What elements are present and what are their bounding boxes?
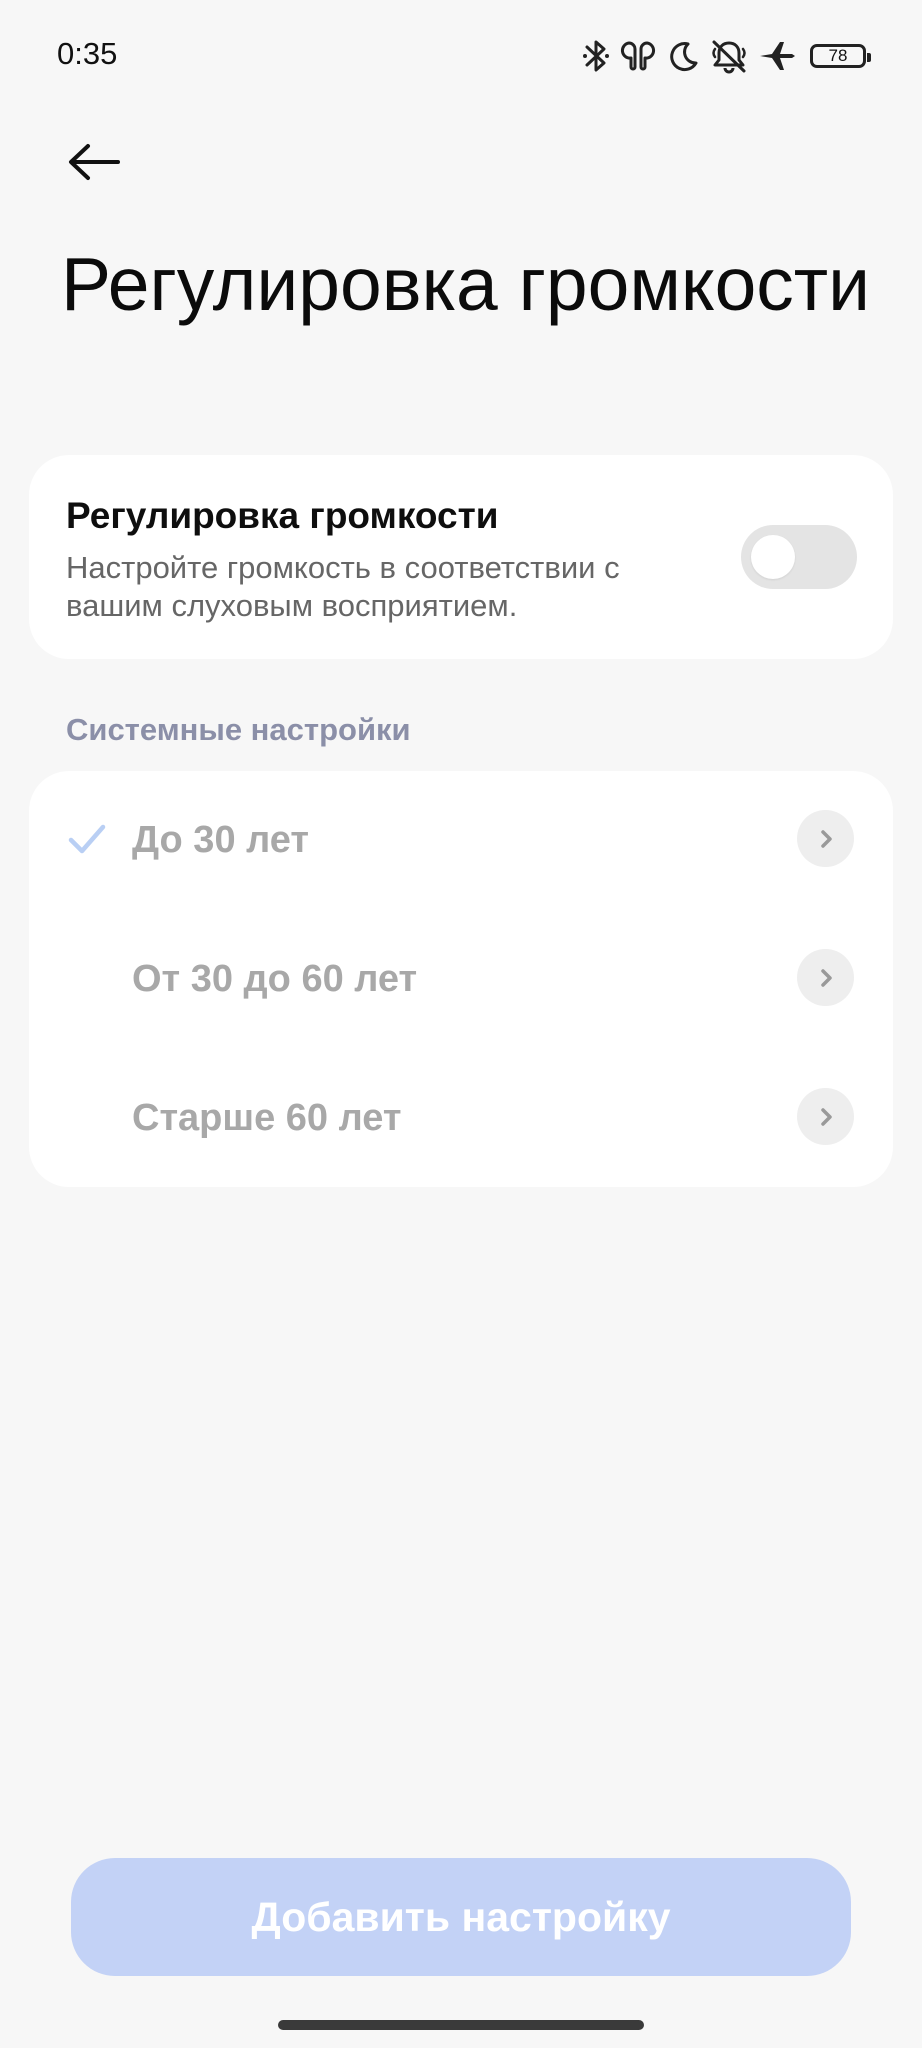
add-setting-button[interactable]: Добавить настройку xyxy=(71,1858,851,1976)
chevron-right-icon[interactable] xyxy=(797,1088,854,1145)
bluetooth-icon xyxy=(582,38,610,74)
volume-adjust-title: Регулировка громкости xyxy=(66,495,499,536)
earbuds-icon xyxy=(620,38,656,74)
list-item-label: Старше 60 лет xyxy=(132,1097,402,1139)
volume-adjust-switch[interactable] xyxy=(741,525,857,589)
bell-off-icon xyxy=(710,38,748,74)
chevron-right-icon[interactable] xyxy=(797,949,854,1006)
list-item-label: От 30 до 60 лет xyxy=(132,958,418,1000)
page-title: Регулировка громкости xyxy=(61,242,871,326)
airplane-icon xyxy=(758,38,796,74)
switch-knob xyxy=(751,535,795,579)
list-item-under-30[interactable]: До 30 лет xyxy=(29,771,893,909)
list-item-label: До 30 лет xyxy=(132,819,310,861)
back-button[interactable] xyxy=(56,124,132,200)
chevron-right-icon[interactable] xyxy=(797,810,854,867)
status-time: 0:35 xyxy=(57,36,118,71)
volume-adjust-card: Регулировка громкости Настройте громкост… xyxy=(29,455,893,659)
list-item-over-60[interactable]: Старше 60 лет xyxy=(29,1049,893,1187)
home-indicator[interactable] xyxy=(278,2020,644,2030)
check-icon xyxy=(68,824,106,854)
status-bar: 0:35 78 xyxy=(0,0,922,110)
arrow-left-icon xyxy=(69,144,120,180)
list-item-30-to-60[interactable]: От 30 до 60 лет xyxy=(29,910,893,1048)
moon-icon xyxy=(666,38,700,74)
section-header-system-settings: Системные настройки xyxy=(66,712,411,747)
status-icons: 78 xyxy=(582,34,871,78)
system-settings-list: До 30 лет От 30 до 60 лет Старше 60 лет xyxy=(29,771,893,1187)
volume-adjust-description: Настройте громкость в соответствии с ваш… xyxy=(66,550,620,623)
battery-indicator: 78 xyxy=(810,44,871,68)
